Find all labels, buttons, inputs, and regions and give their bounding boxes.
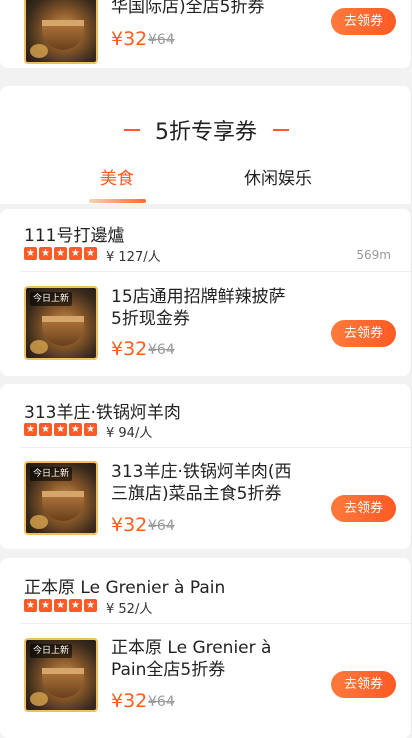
new-today-badge: 今日上新 xyxy=(30,292,73,306)
star-icon: ★ xyxy=(24,599,37,612)
rating-stars: ★ ★ ★ ★ ★ xyxy=(24,599,97,612)
new-today-badge: 今日上新 xyxy=(30,467,73,481)
distance: 569m xyxy=(356,248,391,262)
price-per-person: ¥ 94/人 xyxy=(106,426,153,441)
coupon-thumbnail[interactable] xyxy=(24,0,98,64)
star-icon: ★ xyxy=(69,599,82,612)
get-coupon-button[interactable]: 去领券 xyxy=(331,495,396,522)
price-per-person: ¥ 127/人 xyxy=(106,250,161,265)
store-name: 111号打邊爐 xyxy=(24,226,125,246)
star-icon: ★ xyxy=(54,247,67,260)
tab-food[interactable]: 美食 xyxy=(100,164,134,189)
food-image xyxy=(42,20,84,50)
food-image-highlight xyxy=(30,340,48,354)
star-icon: ★ xyxy=(54,599,67,612)
star-icon: ★ xyxy=(39,247,52,260)
price-per-person: ¥ 52/人 xyxy=(106,602,153,617)
rating-stars: ★ ★ ★ ★ ★ xyxy=(24,247,97,260)
star-icon: ★ xyxy=(84,247,97,260)
coupon-title-line1: 313羊庄·铁锅炣羊肉(西 xyxy=(111,462,292,482)
store-name: 313羊庄·铁锅炣羊肉 xyxy=(24,403,181,423)
coupon-original-price: ¥64 xyxy=(148,694,175,710)
coupon-title-line2: 三旗店)菜品主食5折券 xyxy=(111,484,282,504)
coupon-title-line2: Pain全店5折券 xyxy=(111,660,226,680)
star-icon: ★ xyxy=(24,423,37,436)
coupon-original-price: ¥64 xyxy=(148,518,175,534)
star-icon: ★ xyxy=(39,423,52,436)
coupon-title-line1: 正本原 Le Grenier à xyxy=(111,638,272,658)
star-icon: ★ xyxy=(84,423,97,436)
coupon-price: ¥32 xyxy=(111,690,148,712)
star-icon: ★ xyxy=(54,423,67,436)
rating-stars: ★ ★ ★ ★ ★ xyxy=(24,423,97,436)
get-coupon-button[interactable]: 去领券 xyxy=(331,8,396,35)
coupon-price: ¥32 xyxy=(111,28,148,50)
new-today-badge: 今日上新 xyxy=(30,644,73,658)
food-image xyxy=(42,491,84,521)
food-image-highlight xyxy=(30,44,48,58)
star-icon: ★ xyxy=(24,247,37,260)
coupon-thumbnail[interactable]: 今日上新 xyxy=(24,286,98,360)
coupon-title: 华国际店)全店5折券 xyxy=(111,0,265,17)
get-coupon-button[interactable]: 去领券 xyxy=(331,320,396,347)
tab-leisure[interactable]: 休闲娱乐 xyxy=(244,164,312,189)
star-icon: ★ xyxy=(69,247,82,260)
get-coupon-button[interactable]: 去领券 xyxy=(331,671,396,698)
active-tab-indicator xyxy=(89,199,146,203)
star-icon: ★ xyxy=(69,423,82,436)
coupon-original-price: ¥64 xyxy=(148,342,175,358)
section-title: 5折专享券 xyxy=(155,120,257,145)
star-icon: ★ xyxy=(39,599,52,612)
food-image-highlight xyxy=(30,692,48,706)
coupon-thumbnail[interactable]: 今日上新 xyxy=(24,461,98,535)
star-icon: ★ xyxy=(84,599,97,612)
coupon-price: ¥32 xyxy=(111,338,148,360)
coupon-price: ¥32 xyxy=(111,514,148,536)
coupon-original-price: ¥64 xyxy=(148,32,175,48)
store-card[interactable]: 正本原 Le Grenier à Pain ★ ★ ★ ★ ★ ¥ 52/人 今日上新 … xyxy=(0,558,412,738)
title-dash-right xyxy=(273,129,289,131)
store-name: 正本原 Le Grenier à Pain xyxy=(24,578,226,598)
coupon-title-line1: 15店通用招牌鲜辣披萨 xyxy=(111,287,286,307)
food-image-highlight xyxy=(30,515,48,529)
food-image xyxy=(42,316,84,346)
divider xyxy=(20,447,411,448)
coupon-thumbnail[interactable]: 今日上新 xyxy=(24,638,98,712)
top-coupon-card: 华国际店)全店5折券 ¥32 ¥64 去领券 xyxy=(0,0,412,68)
food-image xyxy=(42,668,84,698)
divider xyxy=(20,271,411,272)
store-card[interactable]: 111号打邊爐 ★ ★ ★ ★ ★ ¥ 127/人 569m 今日上新 15店通用招牌鲜… xyxy=(0,209,412,376)
divider xyxy=(20,623,411,624)
store-card[interactable]: 313羊庄·铁锅炣羊肉 ★ ★ ★ ★ ★ ¥ 94/人 今日上新 313羊庄·铁锅炣羊… xyxy=(0,384,412,549)
coupon-title-line2: 5折现金券 xyxy=(111,309,190,329)
